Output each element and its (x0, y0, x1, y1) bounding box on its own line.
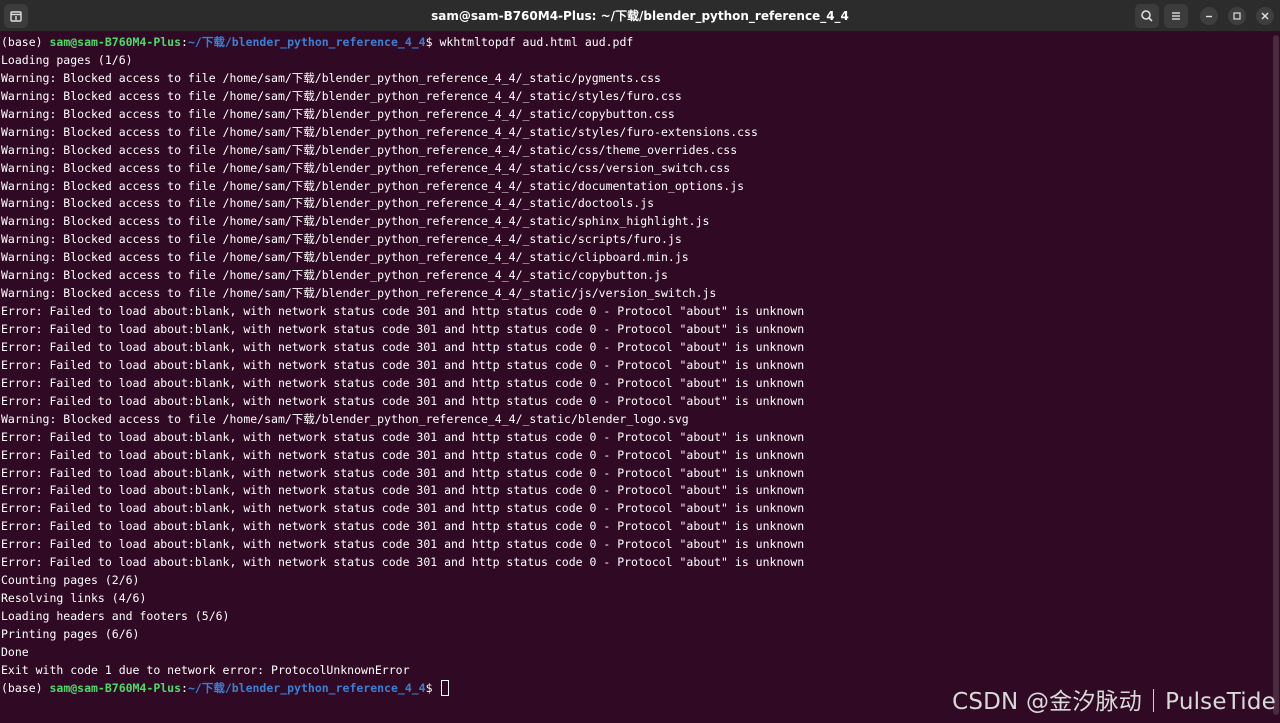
output-line: Printing pages (6/6) (1, 626, 140, 641)
output-line: Error: Failed to load about:blank, with … (1, 537, 805, 552)
menu-icon (1172, 12, 1180, 20)
output-line: Error: Failed to load about:blank, with … (1, 483, 805, 498)
output-line: Error: Failed to load about:blank, with … (1, 555, 805, 570)
minimize-icon (1206, 15, 1212, 18)
terminal-scrollbar[interactable] (1273, 35, 1279, 715)
output-line: Error: Failed to load about:blank, with … (1, 339, 805, 354)
output-line: Error: Failed to load about:blank, with … (1, 501, 805, 516)
output-line: Error: Failed to load about:blank, with … (1, 375, 805, 390)
terminal-output[interactable]: (base) sam@sam-B760M4-Plus:~/下载/blender_… (0, 34, 1272, 723)
window-titlebar: sam@sam-B760M4-Plus: ~/下载/blender_python… (0, 0, 1280, 32)
output-line: Warning: Blocked access to file /home/sa… (1, 196, 655, 211)
output-line: Error: Failed to load about:blank, with … (1, 393, 805, 408)
text-cursor[interactable] (441, 679, 450, 696)
output-line: Error: Failed to load about:blank, with … (1, 304, 805, 319)
restore-icon (1233, 12, 1241, 20)
minimize-button[interactable] (1200, 7, 1218, 25)
restore-button[interactable] (1228, 7, 1246, 25)
menu-button[interactable] (1164, 4, 1188, 28)
output-line: Warning: Blocked access to file /home/sa… (1, 268, 668, 283)
output-line: Warning: Blocked access to file /home/sa… (1, 178, 745, 193)
output-line: Loading headers and footers (5/6) (1, 609, 230, 623)
output-line: Warning: Blocked access to file /home/sa… (1, 286, 717, 301)
command-line: (base) sam@sam-B760M4-Plus:~/下载/blender_… (0, 34, 1272, 52)
conda-env: (base) (1, 680, 50, 695)
output-line: Warning: Blocked access to file /home/sa… (1, 106, 675, 121)
search-button[interactable] (1135, 4, 1159, 28)
user-host: sam@sam-B760M4-Plus (49, 35, 182, 49)
output-line: Resolving links (4/6) (1, 591, 147, 606)
prompt-sign: $ (425, 35, 440, 49)
output-line: Error: Failed to load about:blank, with … (1, 519, 805, 534)
output-line: Error: Failed to load about:blank, with … (1, 429, 805, 444)
output-line: Warning: Blocked access to file /home/sa… (1, 160, 731, 175)
prompt-separator: : (181, 680, 188, 695)
output-line: Warning: Blocked access to file /home/sa… (1, 232, 682, 247)
output-line: Error: Failed to load about:blank, with … (1, 465, 805, 480)
output-line: Error: Failed to load about:blank, with … (1, 322, 805, 336)
output-line: Exit with code 1 due to network error: P… (1, 662, 410, 677)
close-icon (1261, 12, 1269, 20)
command-text: wkhtmltopdf aud.html aud.pdf (439, 35, 634, 49)
conda-env: (base) (1, 35, 50, 49)
output-line: Error: Failed to load about:blank, with … (1, 447, 805, 462)
output-line: Error: Failed to load about:blank, with … (1, 357, 805, 372)
prompt-sign: $ (425, 680, 440, 695)
output-line: Warning: Blocked access to file /home/sa… (1, 142, 738, 157)
search-icon (1141, 10, 1153, 22)
output-line: Loading pages (1/6) (1, 52, 133, 67)
output-line: Warning: Blocked access to file /home/sa… (1, 70, 661, 85)
working-directory: ~/下载/blender_python_reference_4_4 (187, 35, 426, 49)
output-line: Warning: Blocked access to file /home/sa… (1, 214, 710, 229)
close-button[interactable] (1256, 7, 1274, 25)
output-line: Warning: Blocked access to file /home/sa… (1, 250, 689, 265)
output-line: Counting pages (2/6) (1, 573, 140, 588)
output-line: Warning: Blocked access to file /home/sa… (1, 411, 689, 426)
output-line: Warning: Blocked access to file /home/sa… (1, 124, 758, 139)
working-directory: ~/下载/blender_python_reference_4_4 (187, 680, 426, 695)
output-lines: Loading pages (1/6) Warning: Blocked acce… (0, 52, 1272, 680)
output-line: Warning: Blocked access to file /home/sa… (1, 88, 682, 103)
watermark: CSDN @金汐脉动｜PulseTide (952, 689, 1276, 715)
prompt-separator: : (181, 35, 188, 49)
user-host: sam@sam-B760M4-Plus (49, 680, 182, 695)
output-line: Done (1, 644, 29, 659)
window-title: sam@sam-B760M4-Plus: ~/下载/blender_python… (431, 9, 849, 23)
